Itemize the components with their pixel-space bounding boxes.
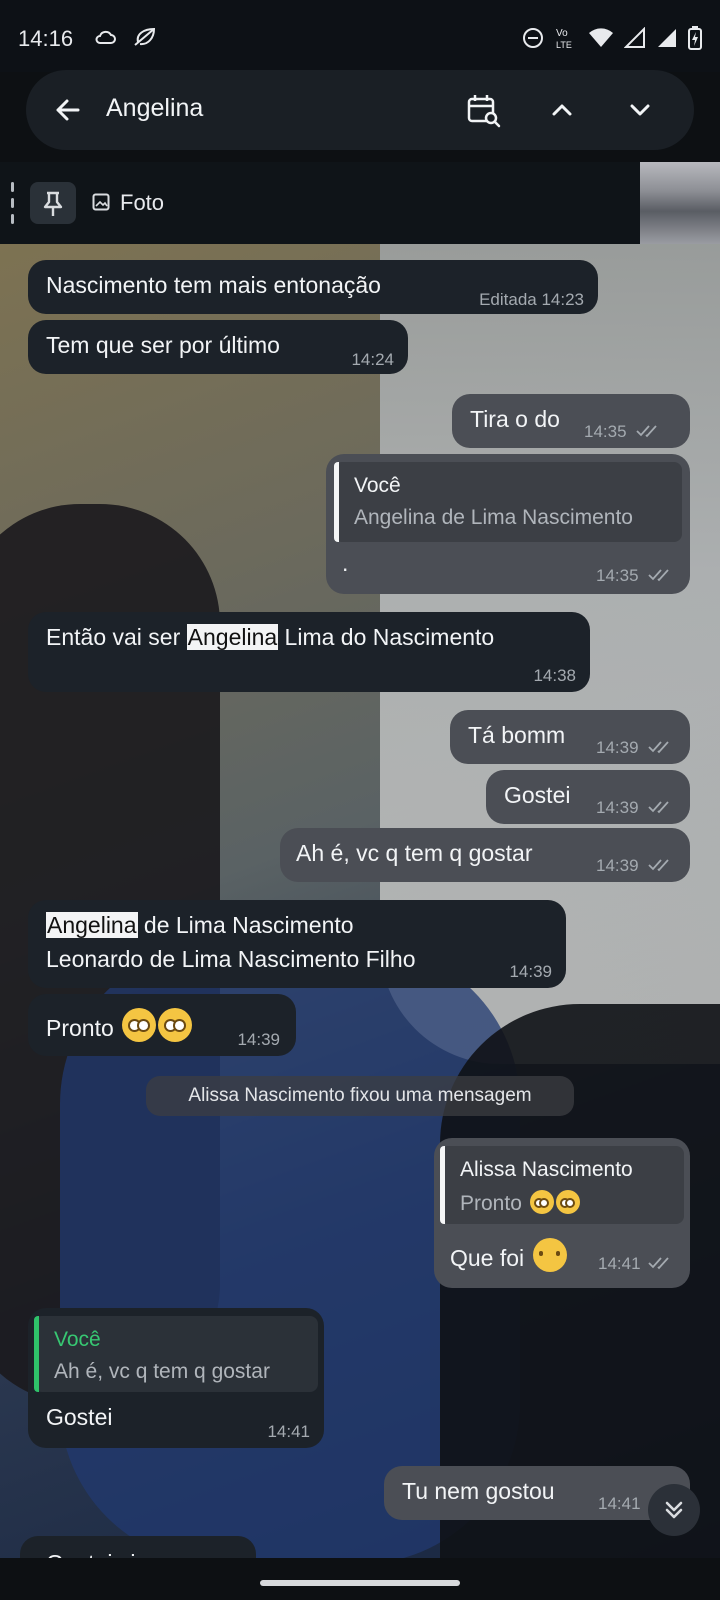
no-signal-leaf-icon — [134, 27, 156, 46]
message-time: 14:39 — [596, 856, 639, 875]
message-text: Gostei — [46, 1404, 113, 1430]
message-text: Nascimento tem mais entonação — [46, 272, 381, 298]
message-text: Tá bomm — [468, 722, 566, 748]
reply-preview[interactable]: Alissa Nascimento Pronto — [440, 1146, 684, 1224]
message-text: Gostei — [504, 782, 571, 808]
message-text: Que foi — [450, 1238, 567, 1272]
message-text: Tu nem gostou — [402, 1478, 555, 1504]
message-bubble-incoming[interactable]: Angelina de Lima Nascimento Leonardo de … — [28, 900, 566, 988]
message-text: Tem que ser por último — [46, 332, 280, 358]
reply-preview[interactable]: Você Angelina de Lima Nascimento — [334, 462, 682, 542]
do-not-disturb-icon — [523, 28, 543, 48]
message-time: 14:41 — [267, 1422, 310, 1441]
pinned-message-label: Foto — [120, 190, 165, 215]
message-text-line1: Angelina de Lima Nascimento — [46, 912, 354, 938]
calendar-search-icon[interactable] — [463, 90, 503, 130]
reply-author: Você — [54, 1328, 101, 1351]
photo-icon — [92, 193, 110, 211]
scroll-to-bottom-button[interactable] — [648, 1484, 700, 1536]
message-time: Editada 14:23 — [479, 290, 584, 309]
reply-accent-bar — [440, 1146, 445, 1224]
reply-accent-bar — [34, 1316, 39, 1392]
svg-text:LTE: LTE — [556, 40, 572, 50]
message-time: 14:24 — [351, 350, 394, 369]
message-bubble-incoming-reply[interactable]: Você Ah é, vc q tem q gostar Gostei 14:4… — [28, 1308, 324, 1448]
message-bubble-incoming[interactable]: Pronto 14:39 — [28, 994, 296, 1056]
cloud-icon — [95, 30, 116, 44]
chevron-down-icon[interactable] — [620, 90, 660, 130]
pinned-photo-thumbnail[interactable] — [640, 162, 720, 244]
message-time: 14:38 — [533, 666, 576, 685]
message-time: 14:41 — [598, 1494, 641, 1513]
message-text: Pronto — [46, 1008, 193, 1042]
status-time: 14:16 — [18, 26, 74, 51]
read-ticks-icon — [636, 425, 657, 438]
chat-title: Angelina — [106, 94, 204, 122]
message-time: 14:39 — [596, 738, 639, 757]
signal-icon — [624, 27, 645, 48]
pinned-position-indicator — [11, 182, 15, 224]
system-navigation-bar — [0, 1558, 720, 1600]
message-time: 14:39 — [596, 798, 639, 817]
eye-roll-emoji — [158, 1008, 193, 1042]
pin-icon — [43, 191, 63, 216]
back-arrow-icon[interactable] — [48, 90, 88, 130]
read-ticks-icon — [648, 569, 669, 582]
battery-charging-icon — [688, 26, 702, 50]
message-bubble-incoming[interactable]: Tem que ser por último 14:24 — [28, 320, 408, 374]
signal-icon-2 — [658, 29, 676, 47]
volte-icon: Vo LTE — [556, 28, 572, 50]
message-text: Então vai ser Angelina Lima do Nasciment… — [46, 624, 495, 650]
svg-text:Vo: Vo — [556, 28, 568, 39]
reply-text: Angelina de Lima Nascimento — [354, 506, 633, 529]
chevron-up-icon[interactable] — [542, 90, 582, 130]
double-chevron-down-icon — [665, 1501, 683, 1519]
message-text: Tira o do — [470, 406, 560, 432]
eye-roll-emoji — [555, 1190, 580, 1214]
message-bubble-outgoing[interactable]: Tu nem gostou 14:41 — [384, 1466, 690, 1520]
read-ticks-icon — [648, 801, 669, 814]
message-text: Ah é, vc q tem q gostar — [296, 840, 533, 866]
reply-author: Você — [354, 474, 401, 497]
message-time: 14:35 — [596, 566, 639, 585]
status-left-icons — [94, 26, 158, 48]
message-bubble-outgoing[interactable]: Ah é, vc q tem q gostar 14:39 — [280, 828, 690, 882]
read-ticks-icon — [648, 1257, 669, 1270]
message-bubble-incoming[interactable]: Então vai ser Angelina Lima do Nasciment… — [28, 612, 590, 692]
reply-author: Alissa Nascimento — [460, 1158, 633, 1181]
reply-text: Ah é, vc q tem q gostar — [54, 1360, 270, 1383]
message-time: 14:39 — [509, 962, 552, 981]
service-message: Alissa Nascimento fixou uma mensagem — [146, 1076, 574, 1116]
raised-eyebrow-emoji — [532, 1238, 567, 1272]
wifi-icon — [589, 28, 613, 47]
message-bubble-outgoing[interactable]: Gostei 14:39 — [486, 770, 690, 824]
status-right-icons: Vo LTE — [522, 26, 702, 50]
message-bubble-incoming[interactable]: Nascimento tem mais entonação Editada 14… — [28, 260, 598, 314]
eye-roll-emoji — [529, 1190, 554, 1214]
search-highlight: Angelina — [46, 912, 138, 938]
message-bubble-outgoing[interactable]: Tá bomm 14:39 — [450, 710, 690, 764]
eye-roll-emoji — [122, 1008, 157, 1042]
message-bubble-outgoing-reply[interactable]: Alissa Nascimento Pronto Que foi 14:41 — [434, 1138, 690, 1288]
status-bar: 14:16 Vo LTE — [0, 0, 720, 72]
read-ticks-icon — [648, 741, 669, 754]
message-time: 14:35 — [584, 422, 627, 441]
message-bubble-outgoing-reply[interactable]: Você Angelina de Lima Nascimento . 14:35 — [326, 454, 690, 594]
message-text-line2: Leonardo de Lima Nascimento Filho — [46, 946, 416, 972]
message-time: 14:41 — [598, 1254, 641, 1273]
search-highlight: Angelina — [186, 624, 279, 650]
reply-accent-bar — [334, 462, 339, 542]
chat-search-header: Angelina — [26, 70, 694, 150]
message-time: 14:39 — [237, 1030, 280, 1049]
reply-text: Pronto — [460, 1190, 580, 1216]
gesture-handle[interactable] — [260, 1580, 460, 1586]
pin-button[interactable] — [30, 182, 76, 224]
message-bubble-outgoing[interactable]: Tira o do 14:35 — [452, 394, 690, 448]
read-ticks-icon — [648, 859, 669, 872]
reply-preview[interactable]: Você Ah é, vc q tem q gostar — [34, 1316, 318, 1392]
message-text: . — [342, 550, 349, 576]
